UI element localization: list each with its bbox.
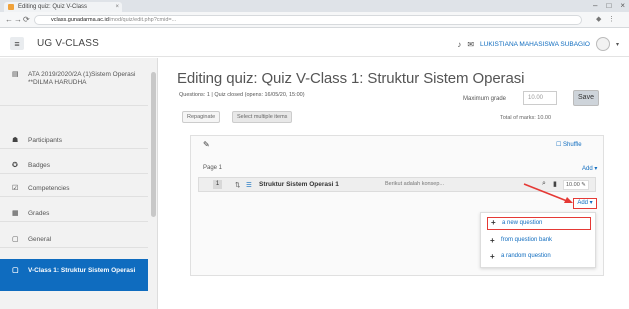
delete-icon[interactable]: ▮ [553,180,557,188]
drawer-scrollbar-thumb[interactable] [151,72,156,217]
address-bar: ← → ⟳ vclass.gunadarma.ac.id/mod/quiz/ed… [0,12,629,28]
user-menu[interactable]: ♪ ✉ LUKISTIANA MAHASISWA SUBAGIO ▾ [457,37,619,51]
question-mark-input[interactable]: 10.00 ✎ [563,180,589,190]
question-mark-value: 10.00 [566,182,580,188]
add-menu-top[interactable]: Add ▾ [582,165,597,172]
menu-item-label: a random question [501,253,551,259]
window-controls: – □ × [593,0,625,12]
browser-tab-bar: Editing quiz: Quiz V-Class × – □ × [0,0,629,12]
move-icon[interactable]: ⇅ [235,181,240,189]
users-icon: ☗ [12,137,19,144]
extension-icon[interactable]: ◆ [596,15,601,23]
menu-item-label: a new question [502,220,543,226]
forward-icon[interactable]: → [14,15,22,24]
avatar[interactable] [595,37,610,51]
drawer-item-competencies[interactable]: ☑ Competencies [0,180,148,197]
site-header: ≡ UG V-CLASS ♪ ✉ LUKISTIANA MAHASISWA SU… [0,29,629,57]
drawer-item-label: General [28,236,52,243]
menu-item-label: from question bank [501,237,553,243]
url-path: /mod/quiz/edit.php?cmid=... [108,17,177,23]
add-from-bank-item[interactable]: + from question bank [487,234,591,247]
close-window-button[interactable]: × [620,0,625,12]
hamburger-icon: ≡ [14,38,20,49]
add-dropdown-menu: + a new question + from question bank + … [480,212,596,268]
maximize-button[interactable]: □ [606,0,611,12]
save-button[interactable]: Save [573,90,599,106]
folder-icon: ▢ [12,236,19,243]
drawer-item-label: ATA 2019/2020/2A (1)Sistem Operasi **DIL… [28,71,136,86]
site-name[interactable]: UG V-CLASS [37,38,99,49]
bell-icon[interactable]: ♪ [457,40,461,49]
max-grade-label: Maximum grade [463,96,507,102]
drawer-toggle-button[interactable]: ≡ [10,37,24,50]
drawer-item-course[interactable]: ▤ ATA 2019/2020/2A (1)Sistem Operasi **D… [0,66,148,106]
url-input[interactable]: vclass.gunadarma.ac.id/mod/quiz/edit.php… [34,15,582,25]
question-row: 1 ⇅ ☰ Struktur Sistem Operasi 1 Berikut … [198,177,596,192]
preview-icon[interactable]: ⌕ [542,180,546,188]
drawer-item-label: V-Class 1: Struktur Sistem Operasi [28,267,136,274]
repaginate-button[interactable]: Repaginate [182,111,221,123]
plus-icon: + [491,218,496,227]
check-icon: ☑ [12,185,19,192]
browser-tab[interactable]: Editing quiz: Quiz V-Class × [4,2,122,12]
shuffle-label: Shuffle [563,142,582,148]
add-new-question-item[interactable]: + a new question [487,217,591,230]
drawer-item-participants[interactable]: ☗ Participants [0,132,148,149]
url-domain: vclass.gunadarma.ac.id [51,17,109,23]
reload-icon[interactable]: ⟳ [23,15,30,24]
drawer-item-label: Grades [28,210,50,217]
nav-drawer: ▤ ATA 2019/2020/2A (1)Sistem Operasi **D… [0,58,158,309]
drawer-item-label: Competencies [28,185,70,192]
question-number: 1 [213,180,222,189]
quiz-info: Questions: 1 | Quiz closed (opens: 16/05… [179,92,305,98]
multichoice-icon: ☰ [246,182,252,189]
close-tab-icon[interactable]: × [115,2,119,12]
add-random-question-item[interactable]: + a random question [487,250,591,263]
question-text: Berikut adalah konsep... [385,181,445,187]
username[interactable]: LUKISTIANA MAHASISWA SUBAGIO [480,41,590,48]
course-icon: ▤ [12,71,19,78]
main-content: Editing quiz: Quiz V-Class 1: Struktur S… [170,58,625,309]
favicon-icon [8,4,14,10]
browser-menu-icon[interactable]: ⋮ [608,15,615,23]
plus-icon: + [490,252,495,261]
folder-icon: ▢ [12,267,19,274]
total-marks: Total of marks: 10.00 [500,115,552,121]
grades-icon: ▦ [12,210,19,217]
page-label: Page 1 [203,165,223,171]
back-icon[interactable]: ← [5,15,13,24]
question-name[interactable]: Struktur Sistem Operasi 1 [259,181,339,188]
add-menu-button[interactable]: Add ▾ [573,198,597,209]
tab-title: Editing quiz: Quiz V-Class [18,4,88,10]
badge-icon: ✪ [12,162,18,169]
shuffle-checkbox[interactable]: ☐ Shuffle [556,141,582,148]
minimize-button[interactable]: – [593,0,597,12]
chevron-down-icon[interactable]: ▾ [616,41,619,48]
drawer-item-badges[interactable]: ✪ Badges [0,157,148,174]
max-grade-input[interactable]: 10.00 [523,91,557,105]
page-title: Editing quiz: Quiz V-Class 1: Struktur S… [177,70,525,87]
select-multiple-button[interactable]: Select multiple items [232,111,293,123]
drawer-item-grades[interactable]: ▦ Grades [0,205,148,222]
drawer-item-label: Participants [28,137,62,144]
plus-icon: + [490,236,495,245]
drawer-item-general[interactable]: ▢ General [0,231,148,248]
edit-pencil-icon[interactable]: ✎ [203,140,210,149]
drawer-item-vclass1[interactable]: ▢ V-Class 1: Struktur Sistem Operasi [0,259,148,291]
drawer-item-label: Badges [28,162,51,169]
chat-icon[interactable]: ✉ [467,40,474,49]
